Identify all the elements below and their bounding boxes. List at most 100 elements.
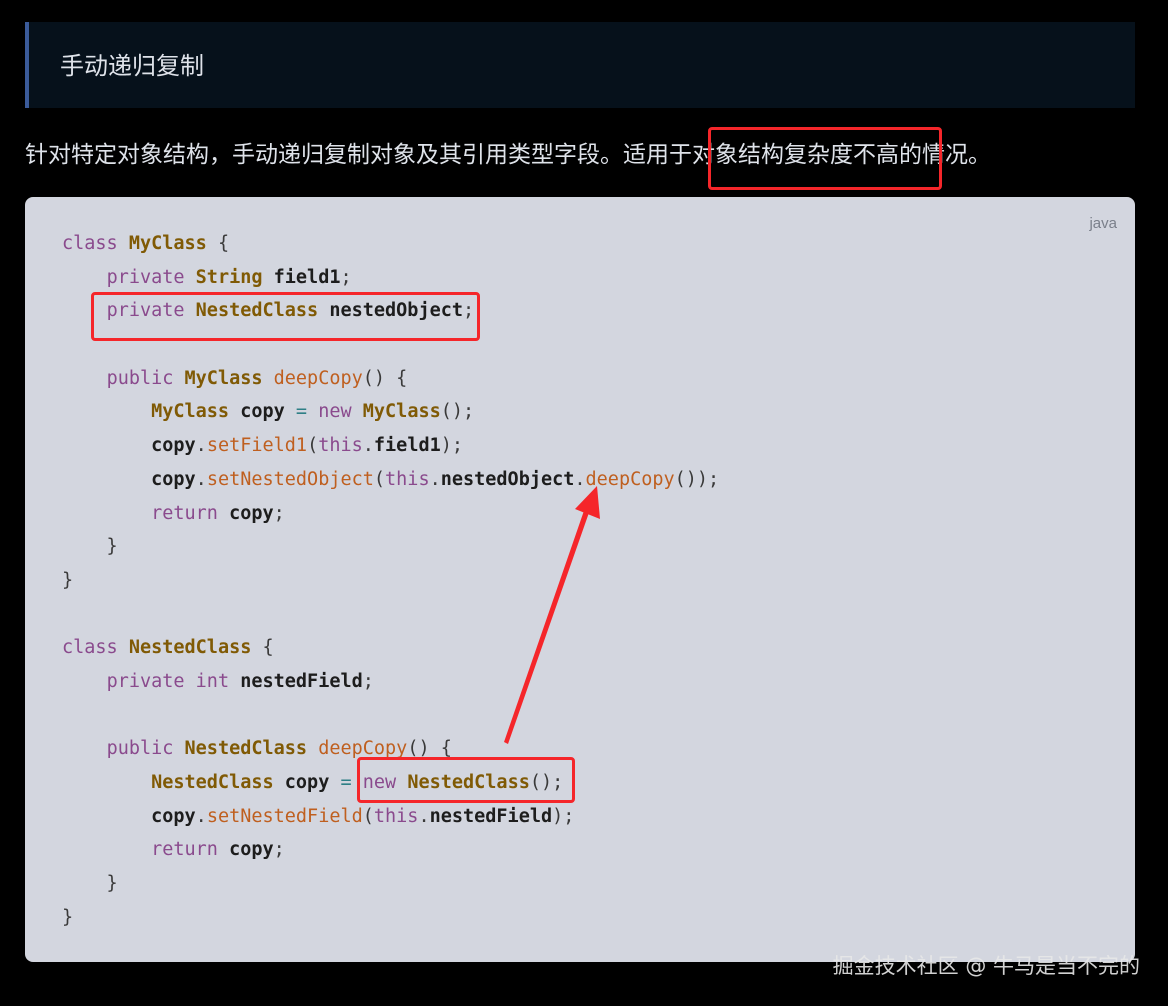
code-line: private int nestedField; (62, 665, 719, 699)
code-token: . (195, 805, 207, 827)
code-token: field1 (373, 435, 441, 457)
section-heading-box: 手动递归复制 (25, 22, 1135, 108)
code-token: new (362, 772, 397, 793)
code-token: this (373, 805, 419, 827)
code-token: ; (273, 502, 285, 524)
code-language-label: java (1089, 215, 1117, 232)
description-paragraph: 针对特定对象结构，手动递归复制对象及其引用类型字段。适用于对象结构复杂度不高的情… (25, 142, 991, 168)
code-token: . (418, 805, 430, 827)
code-line: MyClass copy = new MyClass(); (62, 395, 719, 429)
code-token: setNestedField (206, 805, 363, 827)
code-token: MyClass (184, 367, 263, 389)
code-token: this (385, 468, 430, 490)
code-token: copy (229, 502, 274, 524)
code-line: return copy; (62, 497, 719, 531)
code-token: deepCopy (318, 738, 408, 760)
code-token: field1 (273, 266, 341, 288)
code-token: setNestedObject (206, 468, 374, 490)
code-block: java class MyClass { private String fiel… (25, 197, 1135, 962)
code-token: String (195, 266, 263, 288)
code-token: copy (151, 468, 196, 490)
code-token: ( (362, 805, 374, 827)
watermark: 掘金技术社区 @ 牛马是当不完的 (832, 954, 1140, 978)
code-token: ()); (674, 468, 720, 490)
code-token: = (295, 401, 308, 423)
code-token: return (151, 502, 218, 524)
code-token: this (318, 435, 363, 457)
code-token: . (195, 468, 207, 490)
code-token: deepCopy (585, 468, 675, 490)
code-token: () { (407, 738, 452, 760)
code-token: MyClass (362, 401, 441, 423)
code-token: nestedField (240, 670, 363, 692)
code-token: setField1 (206, 435, 308, 457)
code-line: } (62, 867, 719, 901)
section-heading: 手动递归复制 (60, 52, 204, 80)
code-token: () { (362, 367, 408, 389)
code-token: } (62, 906, 74, 928)
code-line: public MyClass deepCopy() { (62, 362, 719, 396)
code-token: copy (151, 435, 196, 457)
code-token: private (106, 300, 185, 322)
code-content: class MyClass { private String field1; p… (62, 227, 719, 934)
code-line: } (62, 530, 719, 564)
code-token: { (206, 233, 230, 254)
code-token: copy (284, 772, 330, 793)
code-line: private NestedClass nestedObject; (62, 294, 719, 328)
code-token: ); (440, 435, 464, 457)
code-token: class (62, 233, 118, 254)
code-token: class (62, 637, 118, 659)
code-line: copy.setField1(this.field1); (62, 429, 719, 463)
code-token: ; (340, 266, 352, 288)
code-line: copy.setNestedField(this.nestedField); (62, 800, 719, 834)
code-token: nestedObject (329, 300, 463, 322)
code-token: . (362, 435, 374, 457)
code-token: ( (373, 468, 386, 490)
code-token: nestedField (429, 805, 553, 827)
code-token: MyClass (128, 233, 207, 254)
code-token: = (340, 772, 352, 793)
code-token: ; (463, 300, 475, 322)
code-line: private String field1; (62, 261, 719, 295)
code-token: private (106, 670, 185, 692)
code-token: return (151, 839, 218, 861)
code-line: NestedClass copy = new NestedClass(); (62, 766, 719, 800)
code-token: ( (307, 435, 319, 457)
code-line: } (62, 901, 719, 935)
code-token: (); (440, 401, 475, 423)
code-token: } (62, 569, 74, 591)
code-token: NestedClass (151, 772, 274, 793)
code-token: copy (229, 839, 274, 861)
code-token: int (195, 670, 230, 692)
code-token: ; (362, 670, 374, 692)
code-token: { (251, 637, 274, 659)
code-token: . (429, 468, 441, 490)
code-token: copy (151, 805, 196, 827)
